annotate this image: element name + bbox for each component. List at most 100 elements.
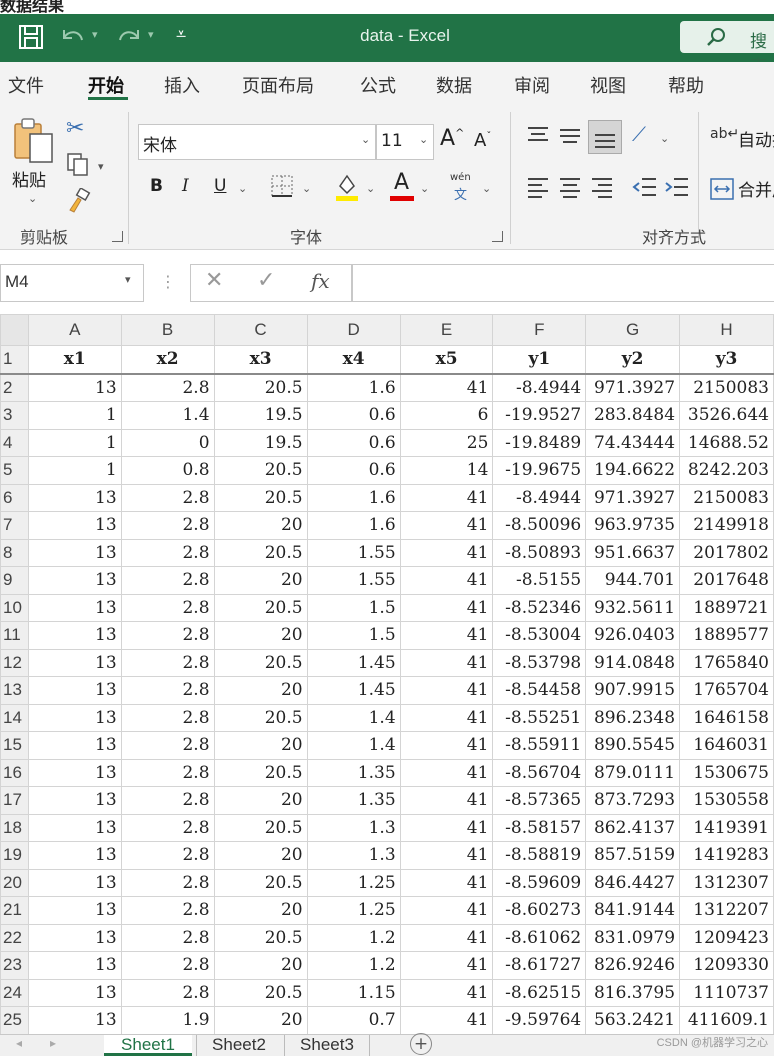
data-cell[interactable]: 41	[399, 758, 494, 787]
shrink-font-icon[interactable]: Aˇ	[474, 130, 491, 151]
row-header[interactable]: 9	[0, 566, 29, 595]
row-header[interactable]: 1	[0, 345, 29, 375]
data-cell[interactable]: 13	[27, 978, 122, 1007]
row-header[interactable]: 16	[0, 758, 29, 787]
data-cell[interactable]: 13	[27, 731, 122, 760]
data-cell[interactable]: 2.8	[120, 978, 215, 1007]
data-cell[interactable]: 873.7293	[585, 786, 681, 815]
data-cell[interactable]: 2.8	[120, 703, 215, 732]
data-cell[interactable]: 1530675	[679, 758, 774, 787]
data-cell[interactable]: 20.5	[213, 758, 308, 787]
data-cell[interactable]: 1.25	[306, 868, 401, 897]
data-cell[interactable]: 41	[399, 841, 494, 870]
row-header[interactable]: 6	[0, 483, 29, 512]
data-cell[interactable]: 19.5	[213, 428, 308, 457]
merge-center-button[interactable]: 合并后居中	[706, 174, 774, 204]
data-cell[interactable]: 13	[27, 676, 122, 705]
borders-icon[interactable]	[270, 174, 294, 198]
data-cell[interactable]: 914.0848	[585, 648, 681, 677]
data-cell[interactable]: 1.15	[306, 978, 401, 1007]
data-cell[interactable]: 1.45	[306, 648, 401, 677]
column-label-cell[interactable]: y3	[679, 345, 774, 375]
data-cell[interactable]: -8.5155	[492, 566, 587, 595]
data-cell[interactable]: 2.8	[120, 951, 215, 980]
data-cell[interactable]: 1765840	[679, 648, 774, 677]
column-header-g[interactable]: G	[585, 314, 681, 346]
align-top-icon[interactable]	[526, 124, 550, 146]
data-cell[interactable]: 1419391	[679, 813, 774, 842]
search-box[interactable]: 搜索	[680, 21, 774, 77]
data-cell[interactable]: 907.9915	[585, 676, 681, 705]
data-cell[interactable]: 1889577	[679, 621, 774, 650]
data-cell[interactable]: 1.35	[306, 786, 401, 815]
data-cell[interactable]: 13	[27, 621, 122, 650]
data-cell[interactable]: 2.8	[120, 731, 215, 760]
row-header[interactable]: 14	[0, 703, 29, 732]
data-cell[interactable]: 2.8	[120, 868, 215, 897]
data-cell[interactable]: 13	[27, 648, 122, 677]
data-cell[interactable]: 1	[27, 456, 122, 485]
data-cell[interactable]: 20.5	[213, 648, 308, 677]
data-cell[interactable]: 1.9	[120, 1006, 215, 1034]
column-label-cell[interactable]: x2	[120, 345, 215, 375]
tab-formulas[interactable]: 公式	[360, 72, 396, 98]
font-name-select[interactable]: 宋体 ⌄	[138, 124, 376, 160]
data-cell[interactable]: 194.6622	[585, 456, 681, 485]
row-header[interactable]: 3	[0, 401, 29, 430]
data-cell[interactable]: 1.3	[306, 841, 401, 870]
data-cell[interactable]: 2.8	[120, 923, 215, 952]
phonetic-icon[interactable]: wén 文	[448, 172, 478, 203]
data-cell[interactable]: 932.5611	[585, 593, 681, 622]
data-cell[interactable]: 41	[399, 511, 494, 540]
data-cell[interactable]: 0.6	[306, 456, 401, 485]
row-header[interactable]: 20	[0, 868, 29, 897]
column-header-c[interactable]: C	[213, 314, 308, 346]
row-header[interactable]: 23	[0, 951, 29, 980]
data-cell[interactable]: 41	[399, 868, 494, 897]
underline-dropdown-icon[interactable]: ⌄	[238, 182, 247, 195]
data-cell[interactable]: 411609.1	[679, 1006, 774, 1034]
data-cell[interactable]: 2.8	[120, 511, 215, 540]
tab-home[interactable]: 开始	[88, 72, 124, 98]
column-label-cell[interactable]: x5	[399, 345, 494, 375]
data-cell[interactable]: 14	[399, 456, 494, 485]
data-cell[interactable]: 2.8	[120, 896, 215, 925]
data-cell[interactable]: 2.8	[120, 483, 215, 512]
data-cell[interactable]: 20	[213, 566, 308, 595]
fill-color-icon[interactable]	[334, 172, 360, 202]
data-cell[interactable]: 2.8	[120, 621, 215, 650]
tab-insert[interactable]: 插入	[164, 72, 200, 98]
tab-data[interactable]: 数据	[436, 72, 472, 98]
row-header[interactable]: 25	[0, 1006, 29, 1034]
row-header[interactable]: 12	[0, 648, 29, 677]
row-header[interactable]: 2	[0, 373, 29, 402]
row-header[interactable]: 11	[0, 621, 29, 650]
italic-button[interactable]: I	[182, 176, 189, 196]
cut-icon[interactable]: ✂	[66, 116, 84, 141]
data-cell[interactable]: 1530558	[679, 786, 774, 815]
data-cell[interactable]: 13	[27, 868, 122, 897]
data-cell[interactable]: 13	[27, 703, 122, 732]
sheet-tab-sheet1[interactable]: Sheet1	[104, 1035, 192, 1056]
row-header[interactable]: 4	[0, 428, 29, 457]
font-launcher-icon[interactable]	[492, 231, 503, 242]
undo-icon[interactable]	[58, 24, 88, 50]
data-cell[interactable]: 41	[399, 786, 494, 815]
data-cell[interactable]: 41	[399, 813, 494, 842]
data-cell[interactable]: -8.56704	[492, 758, 587, 787]
data-cell[interactable]: 13	[27, 841, 122, 870]
insert-function-button[interactable]: fx	[311, 269, 330, 293]
data-cell[interactable]: 3526.644	[679, 401, 774, 430]
data-cell[interactable]: 2.8	[120, 841, 215, 870]
decrease-indent-icon[interactable]	[632, 176, 658, 198]
data-cell[interactable]: 0.6	[306, 428, 401, 457]
column-label-cell[interactable]: x1	[27, 345, 122, 375]
paste-dropdown-icon[interactable]: ⌄	[28, 192, 37, 205]
data-cell[interactable]: 20	[213, 511, 308, 540]
clipboard-launcher-icon[interactable]	[112, 231, 123, 242]
sheet-tab-sheet3[interactable]: Sheet3	[284, 1035, 370, 1056]
data-cell[interactable]: 20.5	[213, 483, 308, 512]
font-color-dropdown-icon[interactable]: ⌄	[420, 182, 429, 195]
add-sheet-button[interactable]: +	[410, 1033, 432, 1055]
data-cell[interactable]: 944.701	[585, 566, 681, 595]
